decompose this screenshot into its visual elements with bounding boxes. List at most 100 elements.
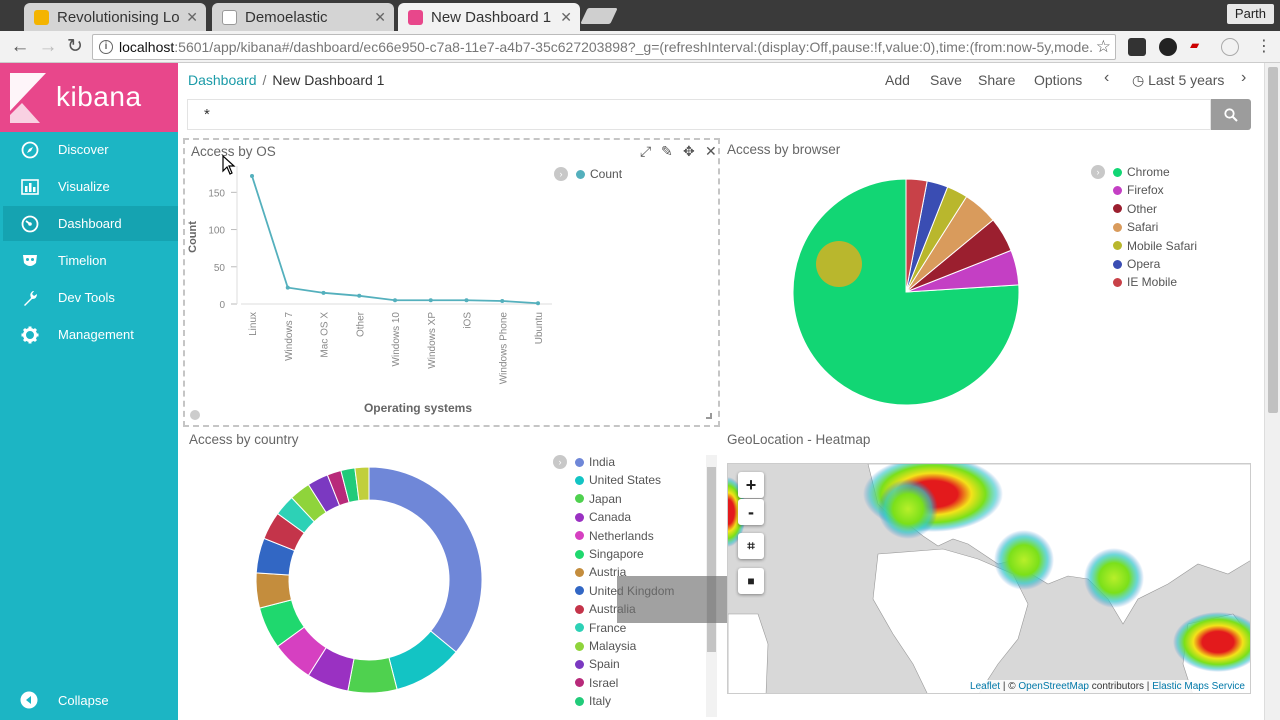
brand-name: kibana [56,81,142,112]
page-scrollbar[interactable] [1264,63,1280,720]
legend-item[interactable]: Netherlands [575,529,654,543]
gear-icon [20,325,40,345]
sidebar-item-management[interactable]: Management [3,317,178,352]
extension-car-icon[interactable]: ▰ [1190,38,1208,56]
back-arrow-icon[interactable]: ← [8,35,32,59]
profile-button[interactable]: Parth [1226,4,1274,24]
line-chart: 0 50 100 150 Count Operating systems Linux Wind… [187,166,552,415]
save-button[interactable]: Save [930,72,962,88]
extension-shield-icon[interactable] [1128,38,1146,56]
openstreetmap-link[interactable]: OpenStreetMap [1018,681,1089,692]
extension-color-wheel-icon[interactable] [1159,38,1177,56]
legend-item[interactable]: Italy [575,694,611,708]
browser-tab[interactable]: Revolutionising Lo ✕ [24,3,206,31]
legend-item[interactable]: Canada [575,510,631,524]
legend-item[interactable]: Chrome [1113,165,1170,179]
close-icon[interactable]: ✕ [186,9,198,26]
browser-tab-bar: Revolutionising Lo ✕ Demoelastic ✕ New D… [0,0,1280,31]
browser-toolbar: ← → ↻ i localhost:5601/app/kibana#/dashb… [0,31,1280,63]
options-button[interactable]: Options [1034,72,1082,88]
time-picker[interactable]: ◷ Last 5 years [1132,72,1224,89]
legend-item[interactable]: Firefox [1113,183,1164,197]
page-favicon-icon [222,9,237,25]
legend-item[interactable]: Safari [1113,220,1158,234]
data-point [285,285,290,290]
menu-kebab-icon[interactable]: ⋮ [1252,35,1276,59]
time-forward-chevron-icon[interactable]: › [1241,69,1246,87]
legend-item[interactable]: United States [575,473,661,487]
kibana-k-icon [10,73,46,123]
legend-item[interactable]: Israel [575,676,618,690]
sidebar-item-visualize[interactable]: Visualize [3,169,178,204]
crop-fit-icon[interactable]: ⌗ [738,533,764,559]
browser-tab[interactable]: Demoelastic ✕ [212,3,394,31]
elastic-maps-link[interactable]: Elastic Maps Service [1152,681,1245,692]
resize-handle-icon[interactable] [706,413,712,419]
legend-toggle-chevron-icon[interactable]: › [553,455,567,469]
share-button[interactable]: Share [978,72,1015,88]
leaflet-link[interactable]: Leaflet [970,681,1000,692]
legend-label: Israel [589,675,619,690]
time-back-chevron-icon[interactable]: ‹ [1104,69,1109,87]
legend-item[interactable]: Count [576,167,622,181]
close-icon[interactable]: ✕ [560,9,572,26]
new-tab-button[interactable] [580,8,618,24]
dashboard-gauge-icon [20,214,40,234]
reload-icon[interactable]: ↻ [63,35,87,59]
sidebar-item-dev-tools[interactable]: Dev Tools [3,280,178,315]
breadcrumb-dashboard-link[interactable]: Dashboard [188,72,257,88]
x-tick-label: iOS [463,312,474,329]
legend-dot [575,549,584,559]
legend-dot [575,604,584,614]
legend-dot [575,512,584,522]
map-view[interactable]: + - ⌗ ■ Leaflet | © OpenStreetMap contri… [727,463,1251,694]
sidebar-item-discover[interactable]: Discover [3,132,178,167]
search-input[interactable]: * [187,99,1211,130]
kibana-sidebar: kibana Discover Visualize Dashboard Time… [0,63,178,720]
info-icon[interactable]: i [99,40,113,54]
legend-toggle-chevron-icon[interactable]: › [1091,165,1105,179]
legend-item[interactable]: Japan [575,492,622,506]
zoom-out-button[interactable]: - [738,499,764,525]
data-point [536,301,540,306]
browser-tab-active[interactable]: New Dashboard 1 - ✕ [398,3,580,31]
panel-access-by-os: Access by OS ⤢ ✎ ✥ ✕ 0 50 100 150 Count Opera… [183,138,720,427]
forward-arrow-icon[interactable]: → [36,35,60,59]
sidebar-item-dashboard[interactable]: Dashboard [3,206,178,241]
legend-label: United States [589,473,662,488]
legend-item[interactable]: India [575,455,615,469]
chevron-left-circle-icon [20,691,40,711]
legend-item[interactable]: Singapore [575,547,644,561]
legend-label: India [589,455,616,469]
close-icon[interactable]: ✕ [374,9,386,26]
data-point [464,298,469,303]
data-point [393,298,397,303]
scrollbar-thumb[interactable] [1268,67,1278,413]
breadcrumb-separator: / [262,72,267,88]
legend-toggle-chevron-icon[interactable]: › [554,167,568,181]
y-tick-label: 100 [208,226,225,237]
search-button[interactable] [1211,99,1251,130]
x-axis-label: Operating systems [364,401,472,415]
collapse-panel-icon[interactable] [190,410,200,420]
draw-rectangle-icon[interactable]: ■ [738,568,764,594]
sidebar-item-label: Dashboard [58,216,122,231]
legend-dot [1113,277,1122,287]
legend-item[interactable]: IE Mobile [1113,275,1177,289]
address-bar[interactable]: i localhost:5601/app/kibana#/dashboard/e… [92,34,1116,60]
zoom-in-button[interactable]: + [738,472,764,498]
timelion-mask-icon [20,251,40,271]
sidebar-item-timelion[interactable]: Timelion [3,243,178,278]
legend-item[interactable]: Spain [575,657,620,671]
legend-dot [576,169,585,179]
legend-item[interactable]: Mobile Safari [1113,239,1197,253]
collapse-button[interactable]: Collapse [0,683,178,718]
legend-item[interactable]: Other [1113,202,1157,216]
bookmark-star-icon[interactable]: ☆ [1091,37,1111,57]
legend-item[interactable]: Opera [1113,257,1160,271]
extension-circle-icon[interactable] [1221,38,1239,56]
kibana-logo[interactable]: kibana [0,63,178,132]
legend-scrollbar-thumb[interactable] [707,467,716,652]
legend-item[interactable]: Malaysia [575,639,636,653]
add-button[interactable]: Add [885,72,910,88]
